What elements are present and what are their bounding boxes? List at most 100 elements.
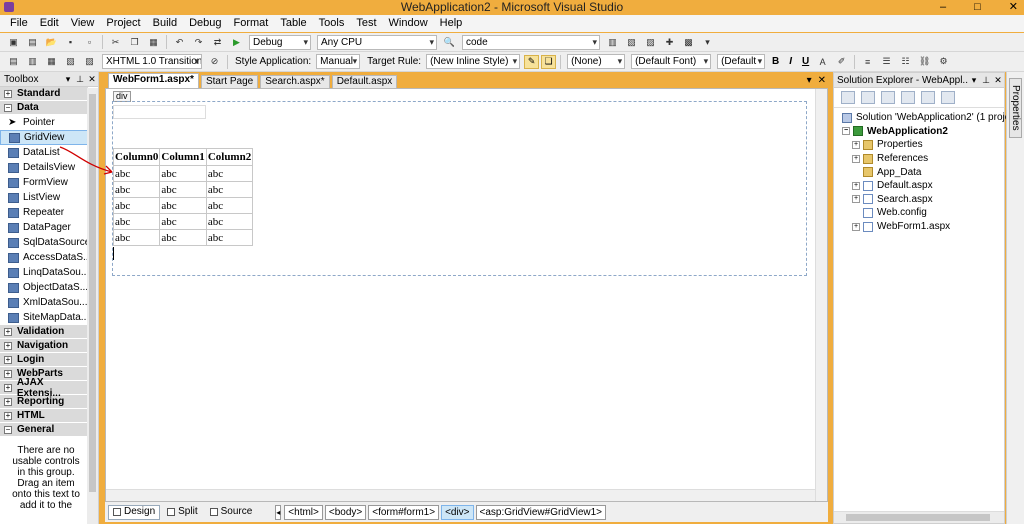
expand-icon[interactable]: + [852, 222, 860, 231]
menu-help[interactable]: Help [434, 15, 469, 32]
numbered-list-icon[interactable]: ☷ [898, 55, 913, 69]
formatting-icon-c[interactable]: ▦ [44, 55, 59, 69]
collapse-icon[interactable]: − [842, 127, 850, 136]
start-debug-icon[interactable]: ▶ [229, 35, 244, 49]
toolbox-item-repeater[interactable]: Repeater [0, 205, 88, 220]
menu-test[interactable]: Test [350, 15, 382, 32]
toolbox-category-ajax-extensions[interactable]: + AJAX Extensi... [0, 377, 88, 399]
menu-tools[interactable]: Tools [313, 15, 351, 32]
undo-icon[interactable]: ↶ [172, 35, 187, 49]
style-application-select[interactable]: Manual [316, 54, 361, 69]
tree-item-references[interactable]: + References [842, 152, 1004, 166]
font-size-select[interactable]: (Default [717, 54, 766, 69]
hyperlink-icon[interactable]: ⛓ [917, 55, 932, 69]
solution-explorer-scrollbar[interactable] [834, 511, 1004, 523]
css-toggle-icon-b[interactable]: ❏ [541, 54, 557, 69]
menu-project[interactable]: Project [100, 15, 146, 32]
menu-file[interactable]: File [4, 15, 34, 32]
toolbox-category-general[interactable]: − General [0, 423, 88, 437]
toolbox-category-login[interactable]: + Login [0, 353, 88, 367]
toolbox-category-standard[interactable]: + Standard [0, 87, 88, 101]
font-name-select[interactable]: (Default Font) [631, 54, 712, 69]
menu-build[interactable]: Build [147, 15, 183, 32]
breadcrumb-form[interactable]: <form#form1> [368, 504, 440, 520]
breadcrumb-body[interactable]: <body> [324, 504, 367, 520]
formatting-icon-a[interactable]: ▤ [6, 55, 21, 69]
properties-icon[interactable] [841, 91, 855, 104]
expand-icon[interactable]: + [852, 181, 860, 190]
add-item-icon[interactable]: ▤ [25, 35, 40, 49]
toolbox-item-accessdatasource[interactable]: AccessDataS... [0, 250, 88, 265]
minimize-button[interactable]: – [940, 0, 946, 14]
properties-tab[interactable]: Properties [1009, 78, 1022, 138]
start-page-icon[interactable]: ▩ [681, 35, 696, 49]
toolbox-item-xmldatasource[interactable]: XmlDataSou... [0, 295, 88, 310]
find-in-files-icon[interactable]: 🔍 [442, 35, 457, 49]
expand-icon[interactable]: + [852, 195, 860, 204]
refresh-icon[interactable] [881, 91, 895, 104]
split-view-button[interactable]: Split [162, 505, 202, 520]
save-icon[interactable]: ▪ [63, 35, 78, 49]
menu-debug[interactable]: Debug [183, 15, 227, 32]
tag-navigator-left-icon[interactable]: ◂ [275, 504, 282, 520]
formatting-icon-b[interactable]: ▥ [25, 55, 40, 69]
menu-view[interactable]: View [65, 15, 101, 32]
tree-item-default-aspx[interactable]: + Default.aspx [842, 179, 1004, 193]
expand-icon[interactable]: + [852, 140, 860, 149]
menu-edit[interactable]: Edit [34, 15, 65, 32]
source-view-button[interactable]: Source [205, 505, 258, 520]
tree-item-properties[interactable]: + Properties [842, 138, 1004, 152]
paste-icon[interactable]: ▦ [146, 35, 161, 49]
view-code-icon[interactable] [901, 91, 915, 104]
target-rule-select[interactable]: (New Inline Style) [426, 54, 521, 69]
object-browser-icon[interactable]: ▨ [643, 35, 658, 49]
more-tools-icon[interactable]: ▾ [700, 35, 715, 49]
breadcrumb-gridview[interactable]: <asp:GridView#GridView1> [475, 504, 607, 520]
toolbox-item-pointer[interactable]: ➤ Pointer [0, 115, 88, 130]
tree-item-project[interactable]: − WebApplication2 [842, 125, 1004, 139]
toolbox-item-datalist[interactable]: DataList [0, 145, 88, 160]
scrollbar-thumb[interactable] [846, 514, 990, 521]
new-project-icon[interactable]: ▣ [6, 35, 21, 49]
doctype-select[interactable]: XHTML 1.0 Transition: [102, 54, 202, 69]
bold-button[interactable]: B [769, 55, 782, 69]
toolbox-category-html[interactable]: + HTML [0, 409, 88, 423]
toolbox-item-formview[interactable]: FormView [0, 175, 88, 190]
design-surface[interactable]: div Column0 Column1 Column2 abc abc abc … [105, 88, 828, 502]
empty-element-box[interactable] [113, 105, 206, 119]
navigate-icon[interactable]: ⇄ [210, 35, 225, 49]
toolbox-item-detailsview[interactable]: DetailsView [0, 160, 88, 175]
tab-default[interactable]: Default.aspx [331, 75, 398, 88]
close-icon[interactable]: ✕ [992, 75, 1004, 86]
tree-item-app-data[interactable]: App_Data [842, 165, 1004, 179]
tree-item-solution[interactable]: Solution 'WebApplication2' (1 project) [842, 111, 1021, 125]
toolbox-item-objectdatasource[interactable]: ObjectDataS... [0, 280, 88, 295]
tab-list-icon[interactable]: ▾ [807, 75, 812, 86]
highlight-icon[interactable]: ✐ [834, 55, 849, 69]
toolbox-category-data[interactable]: − Data [0, 101, 88, 115]
solution-config-select[interactable]: Debug [249, 34, 311, 50]
scrollbar-thumb[interactable] [89, 94, 96, 492]
gridview-control[interactable]: Column0 Column1 Column2 abc abc abc abc … [112, 148, 254, 246]
toolbox-item-listview[interactable]: ListView [0, 190, 88, 205]
close-document-icon[interactable]: ✕ [818, 75, 826, 86]
design-view-button[interactable]: Design [108, 504, 161, 520]
block-format-select[interactable]: (None) [567, 54, 626, 69]
close-button[interactable]: ✕ [1009, 0, 1018, 14]
pin-icon[interactable]: ⊥ [74, 74, 86, 85]
show-all-files-icon[interactable] [861, 91, 875, 104]
validation-icon[interactable]: ⊘ [207, 55, 222, 69]
tab-start-page[interactable]: Start Page [200, 75, 259, 88]
redo-icon[interactable]: ↷ [191, 35, 206, 49]
bulleted-list-icon[interactable]: ☰ [879, 55, 894, 69]
designer-horizontal-scrollbar[interactable] [106, 489, 815, 501]
italic-button[interactable]: I [784, 55, 797, 69]
open-file-icon[interactable]: 📂 [44, 35, 59, 49]
expand-icon[interactable]: + [852, 154, 860, 163]
designer-vertical-scrollbar[interactable] [815, 89, 827, 501]
toolbox-item-sitemapdatasource[interactable]: SiteMapData... [0, 310, 88, 325]
save-all-icon[interactable]: ▫ [82, 35, 97, 49]
tree-item-web-config[interactable]: Web.config [842, 206, 1004, 220]
toolbox-item-linqdatasource[interactable]: LinqDataSou... [0, 265, 88, 280]
view-designer-icon[interactable] [921, 91, 935, 104]
